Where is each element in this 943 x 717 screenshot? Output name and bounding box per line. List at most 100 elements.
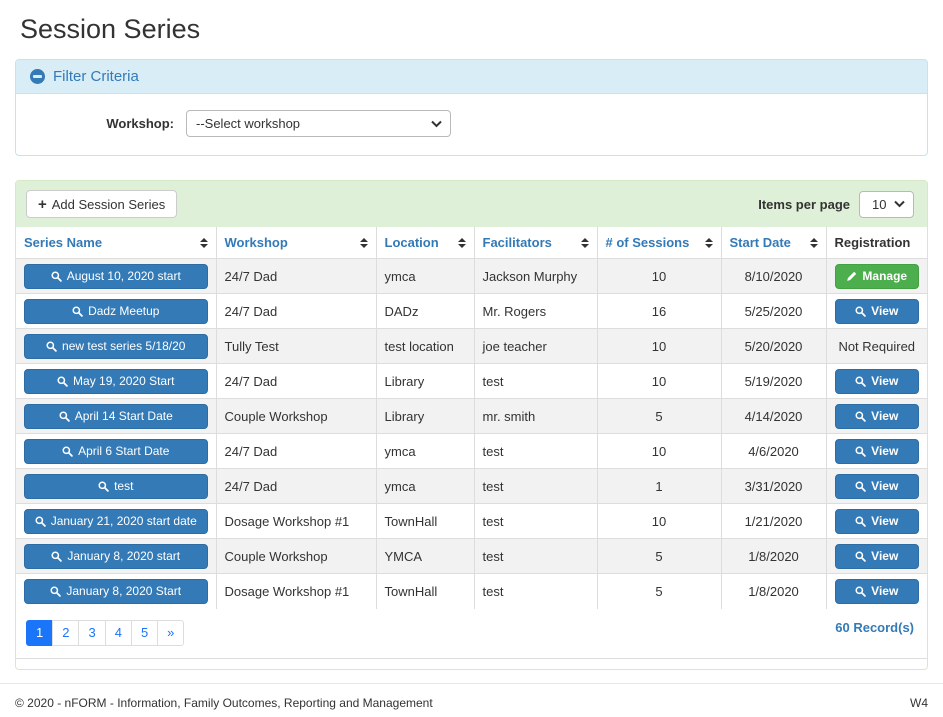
sort-icon [359, 237, 368, 248]
table-row: test 24/7 Dad ymca test 1 3/31/2020 View [16, 468, 927, 504]
start-date-cell: 4/14/2020 [721, 398, 827, 434]
column-header-inner: Start Date [730, 235, 818, 250]
filter-criteria-header[interactable]: Filter Criteria [16, 60, 927, 94]
view-registration-button[interactable]: View [834, 543, 919, 569]
view-registration-button[interactable]: View [834, 578, 919, 604]
registration-cell: View [826, 503, 927, 539]
column-header-series-name[interactable]: Series Name [16, 227, 217, 259]
column-header-inner: Workshop [225, 235, 368, 250]
location-cell: ymca [376, 433, 475, 469]
location-cell: TownHall [376, 503, 475, 539]
registration-cell: View [826, 573, 927, 609]
workshop-cell: Couple Workshop [216, 398, 377, 434]
view-registration-button[interactable]: View [834, 473, 919, 499]
series-name-button[interactable]: Dadz Meetup [24, 298, 208, 324]
sort-down-arrow [580, 243, 589, 248]
series-name-cell: January 21, 2020 start date [16, 503, 217, 539]
page-button-2[interactable]: 2 [52, 619, 80, 646]
workshop-label: Workshop: [106, 116, 174, 131]
search-icon [50, 586, 62, 597]
page-container: Session Series Filter Criteria Workshop:… [0, 0, 943, 670]
table-row: January 8, 2020 Start Dosage Workshop #1 T… [16, 573, 927, 609]
facilitators-cell: test [474, 433, 598, 469]
sessions-cell: 10 [597, 258, 722, 294]
series-name-button[interactable]: August 10, 2020 start [24, 263, 208, 289]
plus-icon: + [38, 195, 47, 213]
start-date-cell: 5/20/2020 [721, 328, 827, 364]
session-series-panel: + Add Session Series Items per page 10 S… [15, 180, 928, 670]
pencil-icon [847, 271, 857, 281]
start-date-cell: 1/8/2020 [721, 573, 827, 609]
start-date-cell: 5/19/2020 [721, 363, 827, 399]
search-icon [855, 445, 866, 457]
panel-footer [16, 657, 927, 669]
view-registration-button[interactable]: View [834, 508, 919, 534]
sort-up-arrow [199, 237, 208, 242]
search-icon [855, 480, 866, 492]
page-button-5[interactable]: 5 [130, 619, 159, 646]
series-name-cell: April 6 Start Date [16, 433, 217, 469]
series-name-button[interactable]: January 21, 2020 start date [24, 508, 208, 534]
workshop-cell: Couple Workshop [216, 538, 377, 574]
location-cell: YMCA [376, 538, 475, 574]
series-name-button[interactable]: January 8, 2020 start [24, 543, 208, 569]
registration-button-label: View [871, 304, 899, 318]
column-header-workshop[interactable]: Workshop [216, 227, 377, 259]
registration-cell: View [826, 538, 927, 574]
items-per-page: Items per page 10 [758, 190, 917, 218]
column-header-facilitators[interactable]: Facilitators [474, 227, 598, 259]
view-registration-button[interactable]: View [834, 298, 919, 324]
add-session-series-button[interactable]: + Add Session Series [26, 190, 178, 218]
location-cell: Library [376, 363, 475, 399]
items-per-page-select[interactable]: 10 [859, 190, 914, 218]
column-header-inner: Location [385, 235, 466, 250]
column-header-location[interactable]: Location [376, 227, 475, 259]
series-name-button[interactable]: January 8, 2020 Start [24, 578, 208, 604]
workshop-cell: 24/7 Dad [216, 258, 377, 294]
page-title: Session Series [20, 14, 201, 44]
series-name-label: Dadz Meetup [88, 304, 160, 318]
filter-panel: Filter Criteria Workshop: --Select works… [15, 59, 928, 156]
registration-button-label: View [871, 409, 899, 423]
series-name-button[interactable]: April 14 Start Date [24, 403, 208, 429]
page-button-[interactable]: » [157, 619, 185, 646]
sort-icon [199, 237, 208, 248]
series-name-label: January 21, 2020 start date [50, 514, 197, 528]
footer-version: W4 [910, 695, 928, 710]
series-name-label: test [114, 479, 134, 493]
manage-registration-button[interactable]: Manage [834, 263, 919, 289]
sessions-cell: 5 [597, 398, 722, 434]
workshop-select[interactable]: --Select workshop [186, 110, 451, 137]
series-name-button[interactable]: April 6 Start Date [24, 438, 208, 464]
series-name-button[interactable]: test [24, 473, 208, 499]
column-header-of-sessions[interactable]: # of Sessions [597, 227, 722, 259]
sort-up-arrow [580, 237, 589, 242]
workshop-cell: Tully Test [216, 328, 377, 364]
search-icon [855, 375, 866, 387]
pagination: 1 2 3 4 5» [26, 619, 185, 646]
view-registration-button[interactable]: View [834, 438, 919, 464]
series-name-button[interactable]: new test series 5/18/20 [24, 333, 208, 359]
series-name-cell: new test series 5/18/20 [16, 328, 217, 364]
series-name-label: April 6 Start Date [78, 444, 170, 458]
registration-button-label: Manage [862, 269, 908, 283]
items-per-page-select-wrap: 10 [859, 190, 914, 218]
filter-criteria-label: Filter Criteria [53, 68, 139, 85]
facilitators-cell: test [474, 503, 598, 539]
page-button-3[interactable]: 3 [78, 619, 106, 646]
column-header-start-date[interactable]: Start Date [721, 227, 827, 259]
page-button-4[interactable]: 4 [104, 619, 132, 646]
page-button-1[interactable]: 1 [26, 619, 54, 646]
search-icon [855, 305, 866, 317]
view-registration-button[interactable]: View [834, 403, 919, 429]
sessions-cell: 10 [597, 363, 722, 399]
view-registration-button[interactable]: View [834, 368, 919, 394]
registration-button-label: View [871, 584, 899, 599]
sort-icon [704, 237, 713, 248]
sort-up-arrow [359, 237, 368, 242]
series-name-button[interactable]: May 19, 2020 Start [24, 368, 208, 394]
start-date-cell: 3/31/2020 [721, 468, 827, 504]
workshop-cell: 24/7 Dad [216, 468, 377, 504]
minus-circle-icon [30, 69, 45, 84]
column-header-inner: Facilitators [483, 235, 589, 250]
